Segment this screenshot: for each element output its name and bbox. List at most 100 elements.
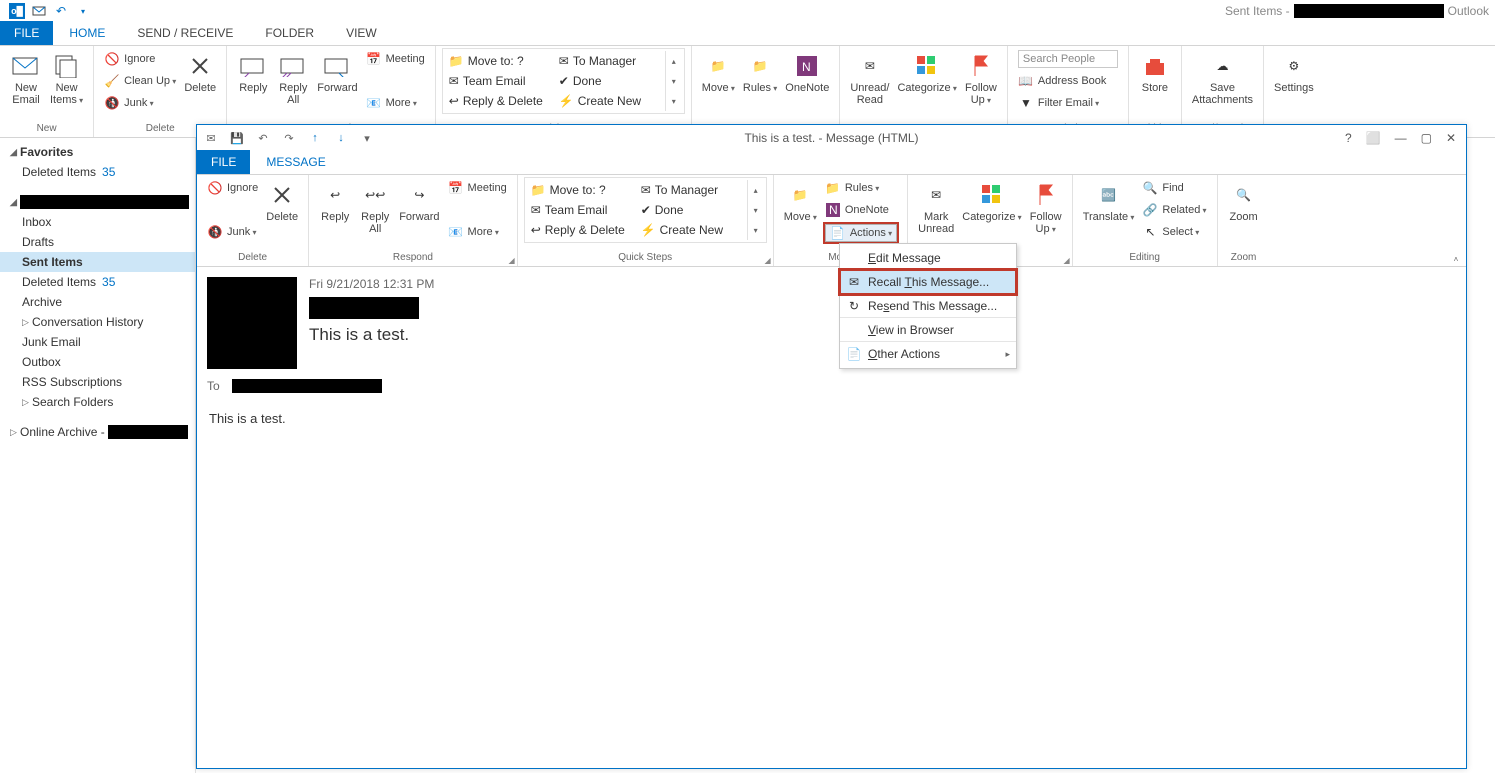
help-icon[interactable]: ? bbox=[1345, 131, 1352, 145]
qs-more-icon[interactable]: ▾ bbox=[666, 91, 682, 111]
minimize-icon[interactable]: — bbox=[1395, 131, 1407, 145]
mw-qs-down[interactable]: ▾ bbox=[748, 200, 764, 220]
send-receive-all-icon[interactable] bbox=[28, 0, 50, 22]
menu-other-actions[interactable]: 📄Other Actions bbox=[840, 342, 1016, 366]
folder-deleted-items[interactable]: Deleted Items35 bbox=[0, 272, 195, 292]
mw-qs-move-to[interactable]: 📁Move to: ? bbox=[527, 180, 637, 200]
save-attachments-button[interactable]: ☁Save Attachments bbox=[1188, 48, 1257, 106]
mw-next-icon[interactable]: ↓ bbox=[333, 130, 349, 146]
ignore-button[interactable]: 🚫Ignore bbox=[100, 48, 180, 70]
folder-drafts[interactable]: Drafts bbox=[0, 232, 195, 252]
collapse-ribbon-icon[interactable]: ˄ bbox=[1454, 255, 1459, 264]
mw-ignore-button[interactable]: 🚫Ignore bbox=[203, 177, 262, 199]
mw-qat-customize-icon[interactable]: ▾ bbox=[359, 130, 375, 146]
qs-reply-delete[interactable]: ↩Reply & Delete bbox=[445, 91, 555, 111]
mw-tab-file[interactable]: FILE bbox=[197, 150, 250, 174]
mw-actions-button[interactable]: 📄Actions bbox=[821, 221, 901, 243]
reply-button[interactable]: Reply bbox=[233, 48, 273, 94]
mw-related-button[interactable]: 🔗Related bbox=[1138, 199, 1210, 221]
folder-junk[interactable]: Junk Email bbox=[0, 332, 195, 352]
mw-respond-launcher-icon[interactable]: ◢ bbox=[509, 256, 515, 265]
mw-select-button[interactable]: ↖Select bbox=[1138, 221, 1210, 243]
junk-button[interactable]: 🚯Junk bbox=[100, 92, 180, 114]
qs-create-new[interactable]: ⚡Create New bbox=[555, 91, 665, 111]
mw-qs-to-manager[interactable]: ✉To Manager bbox=[637, 180, 747, 200]
menu-view-in-browser[interactable]: View in Browser bbox=[840, 318, 1016, 342]
mw-qs-up[interactable]: ▴ bbox=[748, 180, 764, 200]
mw-redo-icon[interactable]: ↷ bbox=[281, 130, 297, 146]
folder-conversation-history[interactable]: ▷Conversation History bbox=[0, 312, 195, 332]
mw-reply-all-button[interactable]: ↩↩Reply All bbox=[355, 177, 395, 235]
qat-customize-icon[interactable]: ▾ bbox=[72, 0, 94, 22]
reply-all-button[interactable]: Reply All bbox=[273, 48, 313, 106]
mw-onenote-button[interactable]: NOneNote bbox=[821, 199, 901, 221]
new-items-button[interactable]: New Items bbox=[46, 48, 87, 107]
onenote-button[interactable]: NOneNote bbox=[781, 48, 833, 94]
mw-followup-button[interactable]: Follow Up bbox=[1026, 177, 1066, 236]
filter-email-button[interactable]: ▼Filter Email bbox=[1014, 92, 1122, 114]
address-book-button[interactable]: 📖Address Book bbox=[1014, 70, 1122, 92]
folder-search-folders[interactable]: ▷Search Folders bbox=[0, 392, 195, 412]
cleanup-button[interactable]: 🧹Clean Up bbox=[100, 70, 180, 92]
mw-junk-button[interactable]: 🚯Junk bbox=[203, 221, 262, 243]
mw-prev-icon[interactable]: ↑ bbox=[307, 130, 323, 146]
tab-folder[interactable]: FOLDER bbox=[249, 21, 330, 45]
maximize-icon[interactable]: ▢ bbox=[1421, 131, 1432, 145]
ribbon-options-icon[interactable]: ⬜ bbox=[1366, 131, 1381, 145]
tab-home[interactable]: HOME bbox=[53, 21, 121, 45]
mw-qs-launcher-icon[interactable]: ◢ bbox=[765, 256, 771, 265]
fav-deleted-items[interactable]: Deleted Items35 bbox=[0, 162, 195, 182]
tab-file[interactable]: FILE bbox=[0, 21, 53, 45]
online-archive-header[interactable]: ▷Online Archive - bbox=[0, 422, 195, 442]
mw-save-icon[interactable]: 💾 bbox=[229, 130, 245, 146]
tab-view[interactable]: VIEW bbox=[330, 21, 393, 45]
favorites-header[interactable]: ◢Favorites bbox=[0, 142, 195, 162]
rules-button[interactable]: 📁Rules bbox=[739, 48, 781, 95]
qs-down-icon[interactable]: ▾ bbox=[666, 71, 682, 91]
folder-rss[interactable]: RSS Subscriptions bbox=[0, 372, 195, 392]
qs-move-to[interactable]: 📁Move to: ? bbox=[445, 51, 555, 71]
undo-icon[interactable]: ↶ bbox=[50, 0, 72, 22]
mw-qs-team-email[interactable]: ✉Team Email bbox=[527, 200, 637, 220]
mw-move-button[interactable]: 📁Move bbox=[780, 177, 821, 224]
categorize-button[interactable]: Categorize bbox=[893, 48, 960, 95]
mw-mark-unread-button[interactable]: ✉Mark Unread bbox=[914, 177, 958, 235]
store-button[interactable]: Store bbox=[1135, 48, 1175, 94]
unread-read-button[interactable]: ✉Unread/ Read bbox=[846, 48, 893, 106]
more-respond-button[interactable]: 📧More bbox=[362, 92, 429, 114]
mw-qs-reply-delete[interactable]: ↩Reply & Delete bbox=[527, 220, 637, 240]
mw-tags-launcher-icon[interactable]: ◢ bbox=[1064, 256, 1070, 265]
tab-send-receive[interactable]: SEND / RECEIVE bbox=[121, 21, 249, 45]
close-icon[interactable]: ✕ bbox=[1446, 131, 1456, 145]
mw-rules-button[interactable]: 📁Rules bbox=[821, 177, 901, 199]
delete-button[interactable]: Delete bbox=[180, 48, 220, 94]
mw-undo-icon[interactable]: ↶ bbox=[255, 130, 271, 146]
mw-delete-button[interactable]: Delete bbox=[262, 177, 302, 223]
mw-forward-button[interactable]: ↪Forward bbox=[395, 177, 443, 223]
qs-team-email[interactable]: ✉Team Email bbox=[445, 71, 555, 91]
mw-meeting-button[interactable]: 📅Meeting bbox=[444, 177, 511, 199]
menu-recall-message[interactable]: ✉Recall This Message... bbox=[840, 270, 1016, 294]
folder-outbox[interactable]: Outbox bbox=[0, 352, 195, 372]
meeting-button[interactable]: 📅Meeting bbox=[362, 48, 429, 70]
mw-categorize-button[interactable]: Categorize bbox=[958, 177, 1025, 224]
mw-tab-message[interactable]: MESSAGE bbox=[250, 150, 341, 174]
mailbox-header[interactable]: ◢ bbox=[0, 192, 195, 212]
mw-find-button[interactable]: 🔍Find bbox=[1138, 177, 1210, 199]
mw-qs-done[interactable]: ✔Done bbox=[637, 200, 747, 220]
menu-resend-message[interactable]: ↻Resend This Message... bbox=[840, 294, 1016, 318]
folder-inbox[interactable]: Inbox bbox=[0, 212, 195, 232]
mw-reply-button[interactable]: ↩Reply bbox=[315, 177, 355, 223]
settings-button[interactable]: ⚙Settings bbox=[1270, 48, 1318, 94]
followup-button[interactable]: Follow Up bbox=[961, 48, 1001, 107]
qs-to-manager[interactable]: ✉To Manager bbox=[555, 51, 665, 71]
qs-up-icon[interactable]: ▴ bbox=[666, 51, 682, 71]
search-people-input[interactable]: Search People bbox=[1018, 50, 1118, 68]
qs-done[interactable]: ✔Done bbox=[555, 71, 665, 91]
new-email-button[interactable]: New Email bbox=[6, 48, 46, 106]
move-button[interactable]: 📁Move bbox=[698, 48, 739, 95]
mw-translate-button[interactable]: 🔤Translate bbox=[1079, 177, 1139, 224]
folder-archive[interactable]: Archive bbox=[0, 292, 195, 312]
forward-button[interactable]: Forward bbox=[313, 48, 361, 94]
mw-qs-create-new[interactable]: ⚡Create New bbox=[637, 220, 747, 240]
